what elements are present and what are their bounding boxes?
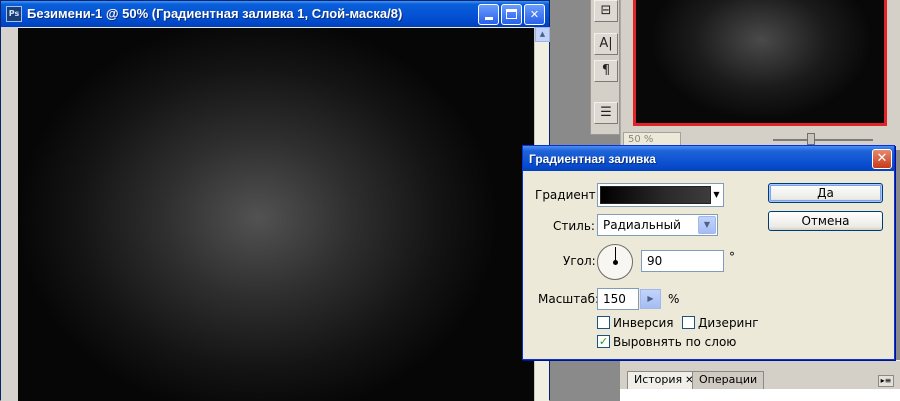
document-canvas[interactable] [18,28,534,401]
photoshop-doc-icon[interactable]: Ps [6,6,22,22]
style-label: Стиль: [553,219,595,233]
palette-well: ⊟ A| ¶ ☰ [590,0,620,135]
text-icon[interactable]: A| [594,33,618,55]
dialog-title: Градиентная заливка [529,152,656,166]
angle-label: Угол: [563,254,596,268]
checkmark-icon: ✓ [598,335,609,348]
scale-unit: % [668,292,680,306]
close-button[interactable]: ✕ [524,4,545,25]
dither-checkbox[interactable] [682,316,695,329]
history-list[interactable] [620,389,900,401]
gradient-swatch[interactable] [600,186,711,204]
navigator-zoom-slider[interactable] [773,139,873,141]
dialog-close-button[interactable]: ✕ [872,149,892,169]
minimize-icon [484,17,493,20]
document-title: Безимени-1 @ 50% (Градиентная заливка 1,… [27,6,403,21]
style-value: Радиальный [603,218,681,232]
gradient-fill-dialog: Градиентная заливка ✕ Градиент: ▼ Стиль:… [522,145,895,360]
scale-label: Масштаб: [538,292,600,306]
tab-history[interactable]: История ✕ [627,371,701,389]
tab-actions-label: Операции [699,373,758,386]
close-icon: ✕ [876,151,888,166]
reverse-checkbox[interactable] [597,316,610,329]
history-panel: История ✕ Операции ▸≡ [620,360,900,401]
document-titlebar[interactable]: Ps Безимени-1 @ 50% (Градиентная заливка… [1,1,549,27]
angle-center [613,260,618,265]
scroll-up-icon[interactable]: ▲ [535,27,550,42]
navigator-thumbnail[interactable] [633,0,887,126]
maximize-icon [506,9,517,19]
panel-menu-icon[interactable]: ▸≡ [878,375,894,387]
maximize-button[interactable] [501,4,522,25]
align-with-layer-checkbox[interactable]: ✓ [597,335,610,348]
document-window: Ps Безимени-1 @ 50% (Градиентная заливка… [0,0,550,401]
ok-button[interactable]: Да [768,183,883,203]
tab-history-label: История [634,373,683,386]
layer-comps-icon[interactable]: ☰ [594,102,618,124]
gradient-label: Градиент: [535,188,600,202]
stamp-icon[interactable]: ⊟ [594,0,618,22]
tab-actions[interactable]: Операции [692,371,765,389]
align-with-layer-label[interactable]: Выровнять по слою [613,335,736,349]
minimize-button[interactable] [478,4,499,25]
scale-slider-button[interactable]: ▶ [640,289,661,309]
cancel-button[interactable]: Отмена [768,211,883,231]
navigator-panel: 50 % [620,0,900,150]
style-select[interactable]: Радиальный ▼ [597,214,718,236]
angle-input[interactable]: 90 [641,250,724,272]
angle-unit: ° [729,250,735,264]
reverse-label[interactable]: Инверсия [613,316,674,330]
angle-dial[interactable] [597,244,633,280]
scale-input[interactable]: 150 [597,288,639,310]
chevron-down-icon[interactable]: ▼ [698,216,716,234]
canvas-margin [1,27,18,401]
dialog-titlebar[interactable]: Градиентная заливка ✕ [523,146,894,171]
paragraph-icon[interactable]: ¶ [594,60,618,82]
gradient-picker[interactable]: ▼ [597,183,724,207]
chevron-down-icon[interactable]: ▼ [711,187,722,203]
navigator-slider-thumb[interactable] [807,133,815,145]
dither-label[interactable]: Дизеринг [698,316,759,330]
close-icon: ✕ [529,8,540,21]
